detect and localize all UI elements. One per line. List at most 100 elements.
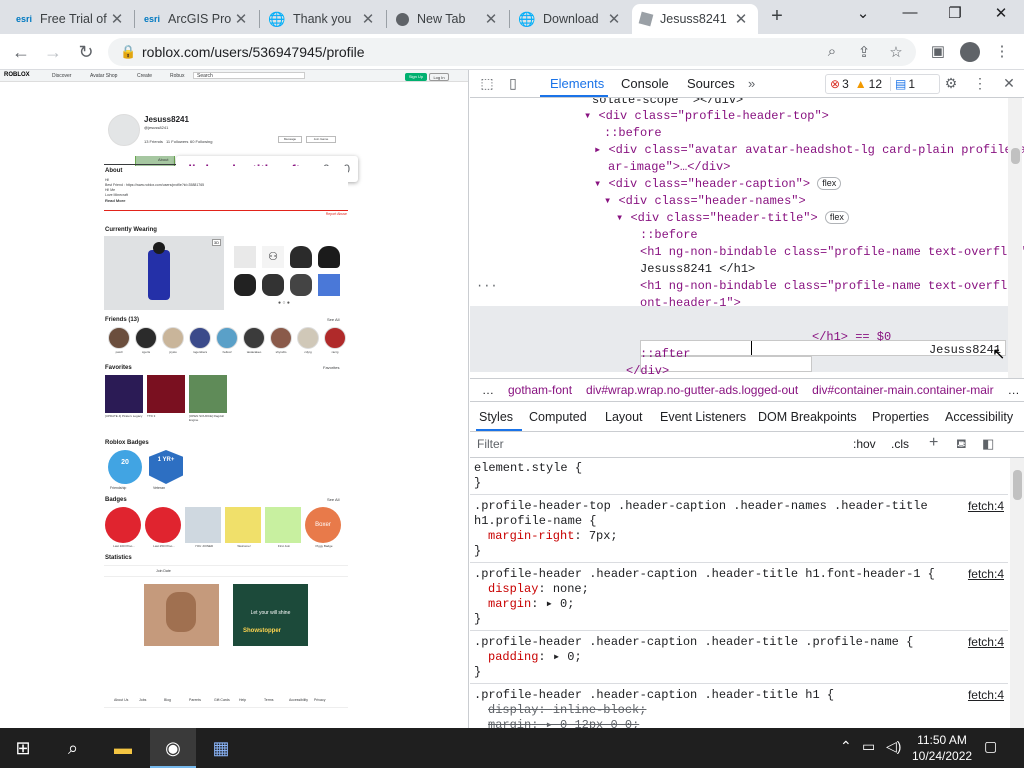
profile-avatar-icon[interactable] xyxy=(960,42,980,62)
bookmark-star-icon[interactable]: ☆ xyxy=(886,43,906,63)
tab-sources[interactable]: Sources xyxy=(687,76,735,91)
friend-avatar[interactable] xyxy=(324,327,346,349)
following-count[interactable]: 60 Following xyxy=(190,139,212,144)
nav-create[interactable]: Create xyxy=(137,73,152,79)
badge-thumb[interactable] xyxy=(145,507,181,543)
subtab-styles[interactable]: Styles xyxy=(479,410,513,424)
dom-tree[interactable]: solate-scope "></div> ▾ <div class="prof… xyxy=(470,98,1024,378)
forward-arrow-icon[interactable]: → xyxy=(42,41,64,63)
address-bar[interactable]: 🔒 roblox.com/users/536947945/profile ⌕ ⇪… xyxy=(108,38,916,66)
devtools-menu-icon[interactable]: ⋮ xyxy=(971,75,989,93)
favorite-title-3[interactable]: [OPEN SOURCE] Ragdoll Engine xyxy=(189,414,229,422)
styles-scrollbar-thumb[interactable] xyxy=(1013,470,1022,500)
css-rule[interactable]: .profile-header .header-caption .header-… xyxy=(470,685,1008,728)
dom-line[interactable]: <h1 ng-non-bindable class="profile-name … xyxy=(640,244,1024,261)
css-declaration[interactable]: margin: ▸ 0 12px 0 0; xyxy=(474,718,1004,728)
flex-badge[interactable]: flex xyxy=(824,211,849,225)
side-panel-icon[interactable]: ▣ xyxy=(928,42,948,62)
friend-avatar[interactable] xyxy=(243,327,265,349)
css-source-link[interactable]: fetch:4 xyxy=(968,635,1004,650)
dom-line[interactable]: ::before xyxy=(604,125,662,142)
game-thumb-showstopper[interactable]: Let your will shine Showstopper xyxy=(233,584,308,646)
dom-line[interactable]: ::before xyxy=(640,227,698,244)
footer-link[interactable]: Jobs xyxy=(139,698,146,702)
join-game-button[interactable]: Join Game xyxy=(306,136,336,143)
tab-close-icon[interactable]: ✕ xyxy=(605,10,623,28)
sign-up-button[interactable]: Sign Up xyxy=(405,73,427,81)
tab-close-icon[interactable]: ✕ xyxy=(232,10,250,28)
breadcrumb-overflow[interactable]: … xyxy=(1008,383,1020,397)
tab-thank-you[interactable]: 🌐 Thank you ✕ xyxy=(261,4,385,34)
tab-arcgis-pro[interactable]: esri ArcGIS Pro ✕ xyxy=(136,4,258,34)
css-rule[interactable]: .profile-header .header-caption .header-… xyxy=(470,632,1008,684)
subtab-dom-breakpoints[interactable]: DOM Breakpoints xyxy=(758,410,857,424)
css-rule[interactable]: element.style {} xyxy=(470,458,1008,495)
device-toolbar-icon[interactable]: ▯ xyxy=(504,75,522,93)
3d-toggle-button[interactable]: 3D xyxy=(211,239,221,246)
class-toggle[interactable]: .cls xyxy=(891,437,909,451)
message-button[interactable]: Message xyxy=(278,136,302,143)
flex-badge[interactable]: flex xyxy=(817,177,842,191)
node-actions-ellipsis[interactable]: ··· xyxy=(476,278,498,295)
badge-thumb[interactable] xyxy=(265,507,301,543)
friend-name[interactable]: jcysto xyxy=(158,350,188,354)
minimize-icon[interactable]: — xyxy=(895,4,925,28)
breadcrumb-item[interactable]: div#container-main.container-mair xyxy=(812,383,993,397)
search-input[interactable]: Search xyxy=(193,72,305,79)
notifications-icon[interactable]: ▢ xyxy=(984,738,997,755)
more-tabs-chevron-icon[interactable]: » xyxy=(748,76,755,91)
css-source-link[interactable]: fetch:4 xyxy=(968,567,1004,582)
restore-icon[interactable]: ❐ xyxy=(940,4,970,28)
close-devtools-icon[interactable]: ✕ xyxy=(1000,75,1018,93)
item-thumb[interactable] xyxy=(318,274,340,296)
nav-robux[interactable]: Robux xyxy=(170,73,184,79)
friend-avatar[interactable] xyxy=(162,327,184,349)
log-in-button[interactable]: Log In xyxy=(429,73,449,81)
item-thumb[interactable] xyxy=(318,246,340,268)
windows-start-icon[interactable]: ⊞ xyxy=(0,728,46,768)
footer-link[interactable]: Gift Cards xyxy=(214,698,230,702)
css-selector[interactable]: .profile-header .header-caption .header-… xyxy=(474,635,1004,650)
dom-line[interactable]: ::after xyxy=(640,346,690,363)
friend-name[interactable]: pwoll xyxy=(104,350,134,354)
dom-line[interactable]: ▾ <div class="header-caption"> flex xyxy=(594,176,842,193)
friend-avatar[interactable] xyxy=(297,327,319,349)
dom-line[interactable]: </h1> == $0 xyxy=(812,329,891,346)
footer-link[interactable]: Help xyxy=(239,698,246,702)
tab-new-tab[interactable]: New Tab ✕ xyxy=(388,4,508,34)
footer-link[interactable]: Blog xyxy=(164,698,171,702)
friend-avatar[interactable] xyxy=(270,327,292,349)
friend-avatar[interactable] xyxy=(216,327,238,349)
report-abuse-link[interactable]: Report Abuse xyxy=(326,212,347,216)
subtab-properties[interactable]: Properties xyxy=(872,410,929,424)
css-rule[interactable]: .profile-header-top .header-caption .hea… xyxy=(470,496,1008,563)
item-thumb[interactable] xyxy=(234,246,256,268)
dom-line[interactable]: Jesuss8241 </h1> xyxy=(640,261,755,278)
badge-name[interactable]: Piggy Badge xyxy=(304,544,344,548)
dom-line-selected[interactable]: ont-header-1"> xyxy=(640,295,741,312)
tab-download[interactable]: 🌐 Download ✕ xyxy=(511,4,631,34)
css-selector[interactable]: .profile-header .header-caption .header-… xyxy=(474,567,1004,582)
item-thumb[interactable] xyxy=(262,274,284,296)
tab-jesuss8241[interactable]: Jesuss8241 ✕ xyxy=(632,4,758,34)
favorite-title-1[interactable]: [UPDATE 4] Pirate's Legacy xyxy=(105,414,145,418)
css-selector[interactable]: element.style { xyxy=(474,461,1004,476)
veteran-badge[interactable]: 1 YR+ xyxy=(149,450,183,484)
css-declaration[interactable]: display: inline-block; xyxy=(474,703,1004,718)
settings-gear-icon[interactable]: ⚙ xyxy=(942,75,960,93)
search-icon[interactable]: ⌕ xyxy=(50,728,96,768)
dom-scrollbar-thumb[interactable] xyxy=(1011,148,1020,164)
favorite-thumb-1[interactable] xyxy=(105,375,143,413)
dom-line[interactable]: ▾ <div class="header-title"> flex xyxy=(616,210,849,227)
item-thumb[interactable] xyxy=(290,246,312,268)
favorite-thumb-2[interactable] xyxy=(147,375,185,413)
tab-close-icon[interactable]: ✕ xyxy=(359,10,377,28)
css-source-link[interactable]: fetch:4 xyxy=(968,499,1004,514)
roblox-logo[interactable]: ROBLOX xyxy=(4,72,30,78)
badge-thumb[interactable] xyxy=(185,507,221,543)
breadcrumb-item[interactable]: gotham-font xyxy=(508,383,572,397)
dom-line[interactable]: ▾ <div class="profile-header-top"> xyxy=(584,108,829,125)
footer-link[interactable]: Accessibility xyxy=(289,698,308,702)
tab-close-icon[interactable]: ✕ xyxy=(108,10,126,28)
dom-line[interactable]: ar-image">…</div> xyxy=(608,159,730,176)
